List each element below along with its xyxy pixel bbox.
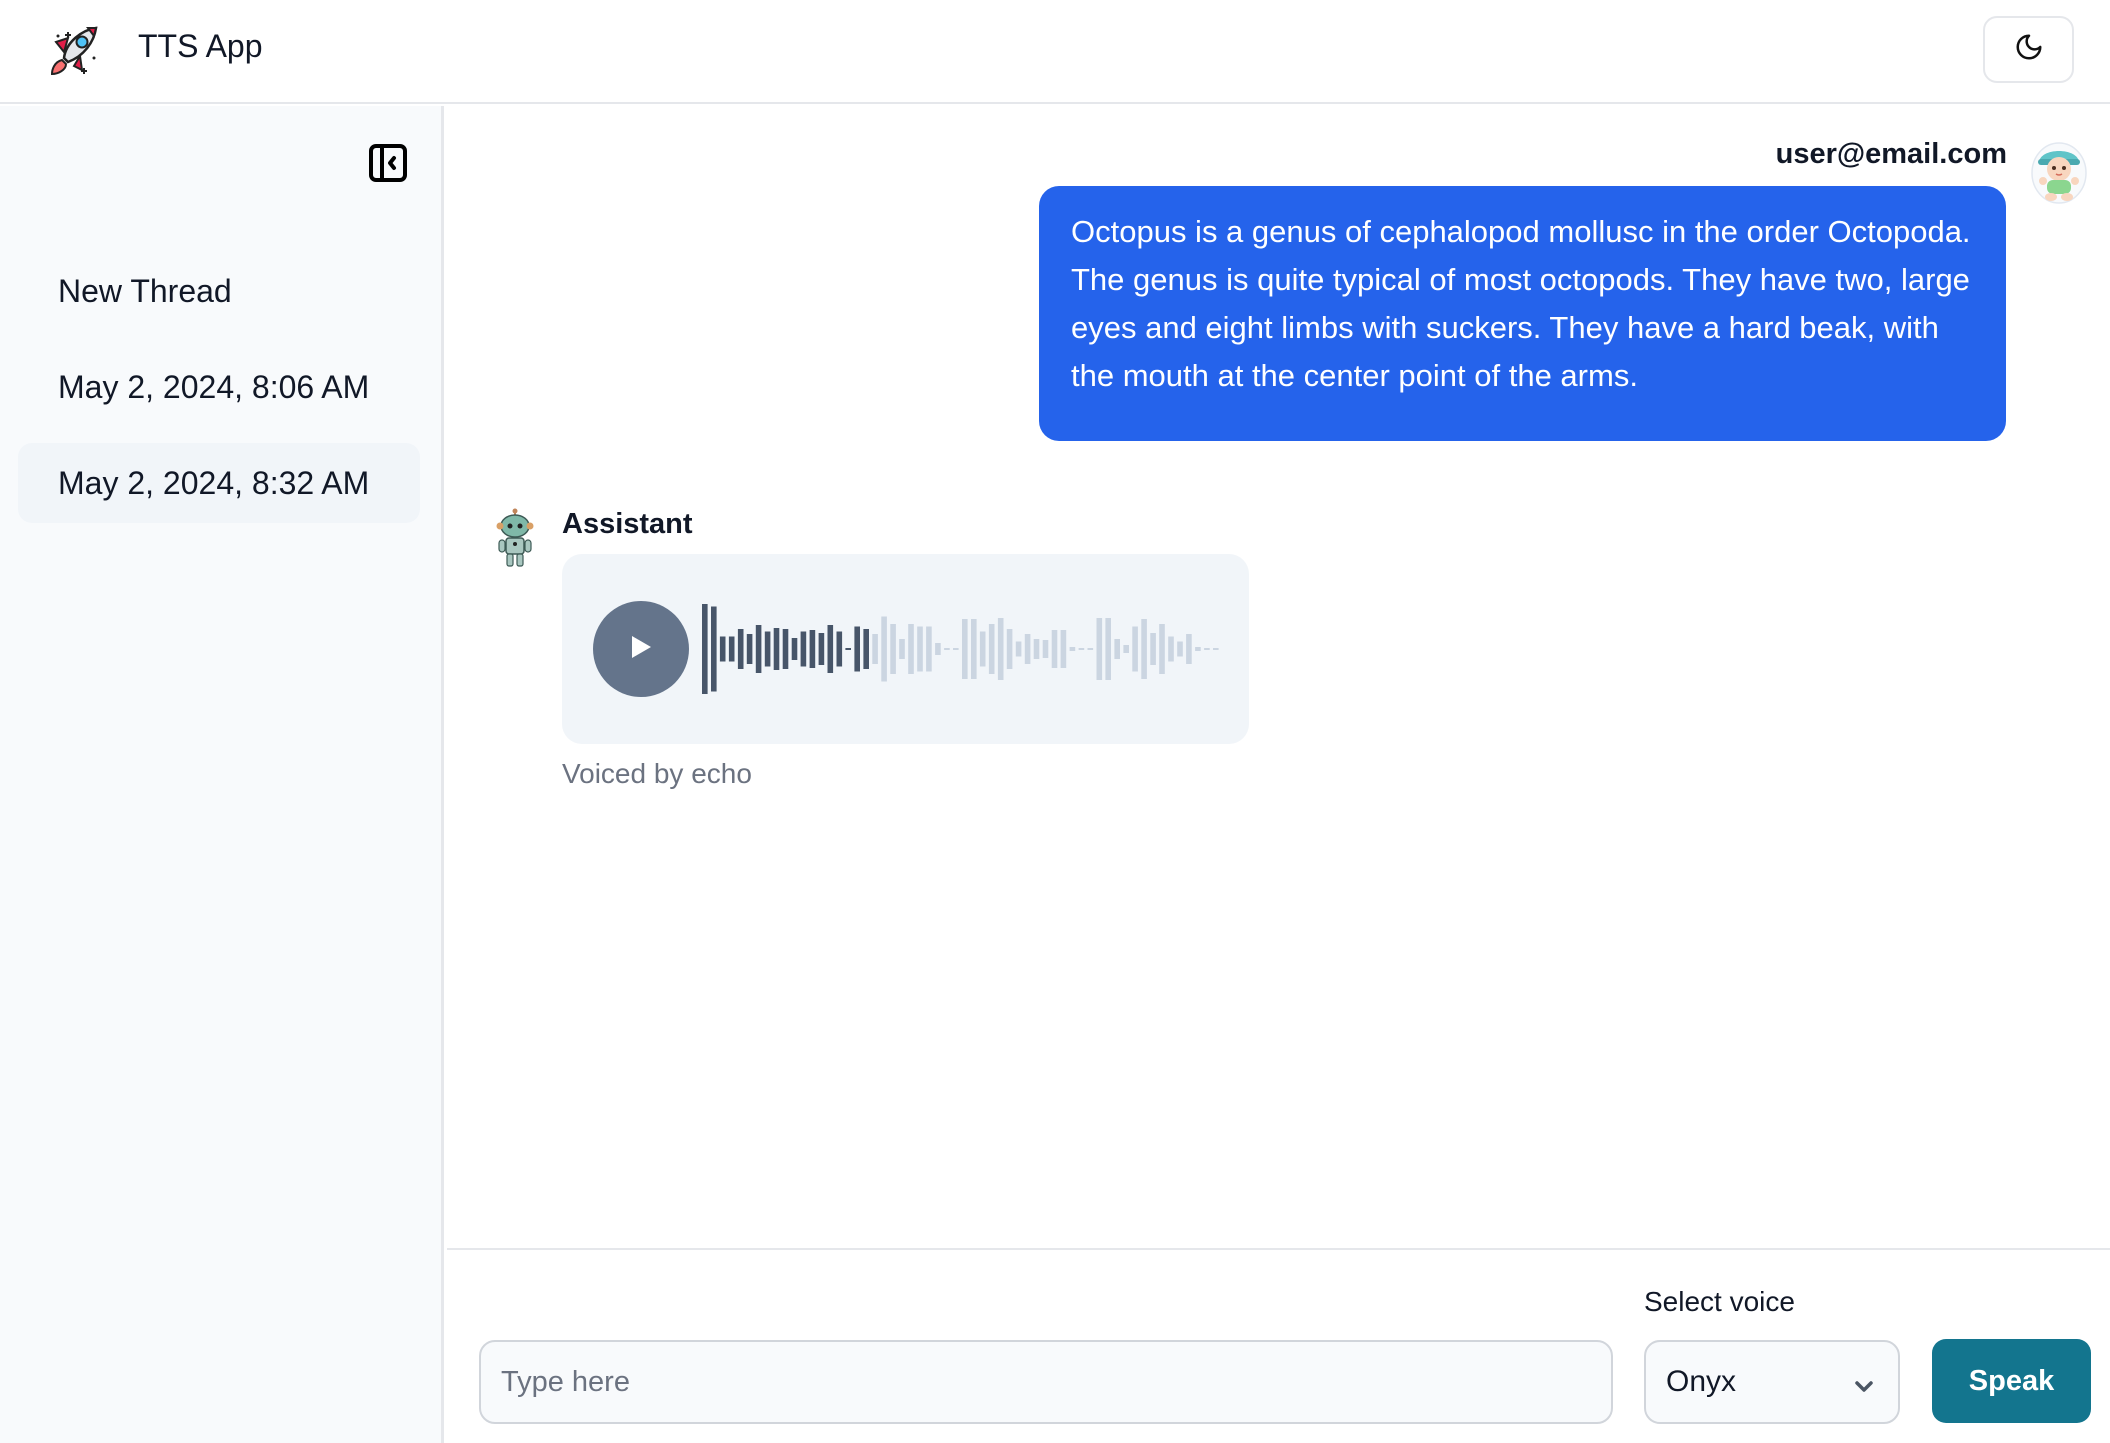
waveform-bar (1024, 634, 1031, 664)
waveform-bar (1132, 626, 1138, 672)
selected-voice: Onyx (1666, 1365, 1737, 1398)
waveform-bar (1105, 618, 1111, 680)
assistant-name: Assistant (562, 508, 693, 540)
moon-icon (2014, 32, 2044, 67)
waveform-bar (818, 633, 825, 665)
waveform-bar (845, 648, 851, 650)
thread-label: May 2, 2024, 8:32 AM (58, 464, 370, 501)
waveform-bar (1150, 633, 1156, 665)
waveform-bar (711, 606, 717, 692)
waveform-bar (1186, 634, 1192, 664)
play-icon (628, 633, 654, 666)
waveform-bar (908, 624, 914, 674)
waveform-bar (917, 626, 923, 672)
waveform-bar (971, 619, 977, 679)
waveform-bar (1069, 647, 1076, 651)
app-header: TTS App (0, 0, 2110, 104)
thread-item-new-thread[interactable]: New Thread (18, 251, 420, 331)
waveform-bar (827, 625, 834, 673)
waveform-bar (773, 628, 780, 670)
waveform-bar (1141, 619, 1147, 679)
waveform-bar (836, 631, 843, 667)
waveform-bar (782, 629, 789, 669)
waveform-bar (1078, 648, 1085, 650)
waveform-bar (854, 626, 860, 672)
rocket-icon (44, 20, 104, 80)
waveform-bar (1123, 645, 1129, 653)
play-button[interactable] (593, 601, 689, 697)
user-avatar (2029, 139, 2089, 205)
waveform-bar (1096, 618, 1103, 680)
waveform-bar (962, 619, 968, 679)
waveform-bar (702, 604, 708, 694)
waveform-bar (1042, 640, 1049, 658)
message-input[interactable] (479, 1340, 1613, 1424)
waveform-bar (979, 631, 986, 667)
app-title: TTS App (138, 28, 263, 64)
waveform-bar (1015, 641, 1022, 657)
waveform-bar (1051, 630, 1058, 668)
chevron-down-icon (1852, 1372, 1876, 1396)
waveform-bar (764, 631, 771, 667)
sidebar: New Thread May 2, 2024, 8:06 AM May 2, 2… (0, 106, 444, 1443)
waveform-bar (1204, 648, 1210, 650)
waveform-bar (988, 624, 995, 674)
select-voice-label: Select voice (1644, 1286, 1795, 1317)
sidebar-collapse-icon (367, 144, 409, 188)
user-message-bubble: Octopus is a genus of cephalopod mollusc… (1039, 186, 2006, 441)
waveform-bar (926, 626, 932, 672)
waveform-bar (728, 636, 735, 662)
waveform-bar (746, 634, 753, 664)
audio-waveform[interactable] (702, 599, 1222, 699)
user-message-text: Octopus is a genus of cephalopod mollusc… (1071, 214, 1971, 393)
waveform-bar (890, 624, 896, 674)
waveform-bar (1159, 624, 1165, 674)
thread-label: New Thread (58, 272, 232, 309)
audio-player (562, 554, 1249, 744)
thread-label: May 2, 2024, 8:06 AM (58, 368, 370, 405)
waveform-bar (809, 630, 816, 668)
thread-item-active[interactable]: May 2, 2024, 8:32 AM (18, 443, 420, 523)
waveform-bar (1114, 639, 1120, 659)
waveform-bar (1168, 636, 1174, 662)
waveform-bar (791, 638, 798, 660)
waveform-bar (953, 648, 959, 650)
waveform-bar (755, 625, 762, 673)
waveform-bar (1177, 641, 1183, 657)
thread-item[interactable]: May 2, 2024, 8:06 AM (18, 347, 420, 427)
chat-area: user@email.com Octopus is a genus of cep… (447, 106, 2110, 1443)
waveform-bar (863, 629, 869, 669)
waveform-bar (1195, 647, 1201, 651)
waveform-bar (899, 639, 905, 659)
waveform-bar (997, 618, 1004, 680)
sidebar-collapse-button[interactable] (367, 142, 409, 184)
theme-toggle-button[interactable] (1983, 16, 2074, 83)
voiced-by-label: Voiced by echo (562, 758, 752, 789)
voice-select[interactable]: Onyx (1644, 1340, 1900, 1424)
speak-button[interactable]: Speak (1932, 1339, 2091, 1423)
waveform-bar (1087, 648, 1094, 650)
waveform-bar (1033, 639, 1040, 659)
waveform-bar (737, 629, 744, 669)
waveform-bar (1060, 630, 1067, 668)
waveform-bar (935, 643, 941, 655)
waveform-bar (881, 616, 887, 682)
composer: Select voice Onyx Speak (447, 1248, 2110, 1443)
waveform-bar (1213, 648, 1219, 650)
assistant-avatar (489, 508, 541, 570)
waveform-bar (1006, 629, 1013, 669)
waveform-bar (800, 631, 807, 667)
waveform-bar (944, 648, 950, 650)
user-name: user@email.com (1775, 138, 2007, 170)
waveform-bar (872, 634, 878, 664)
waveform-bar (719, 636, 726, 662)
